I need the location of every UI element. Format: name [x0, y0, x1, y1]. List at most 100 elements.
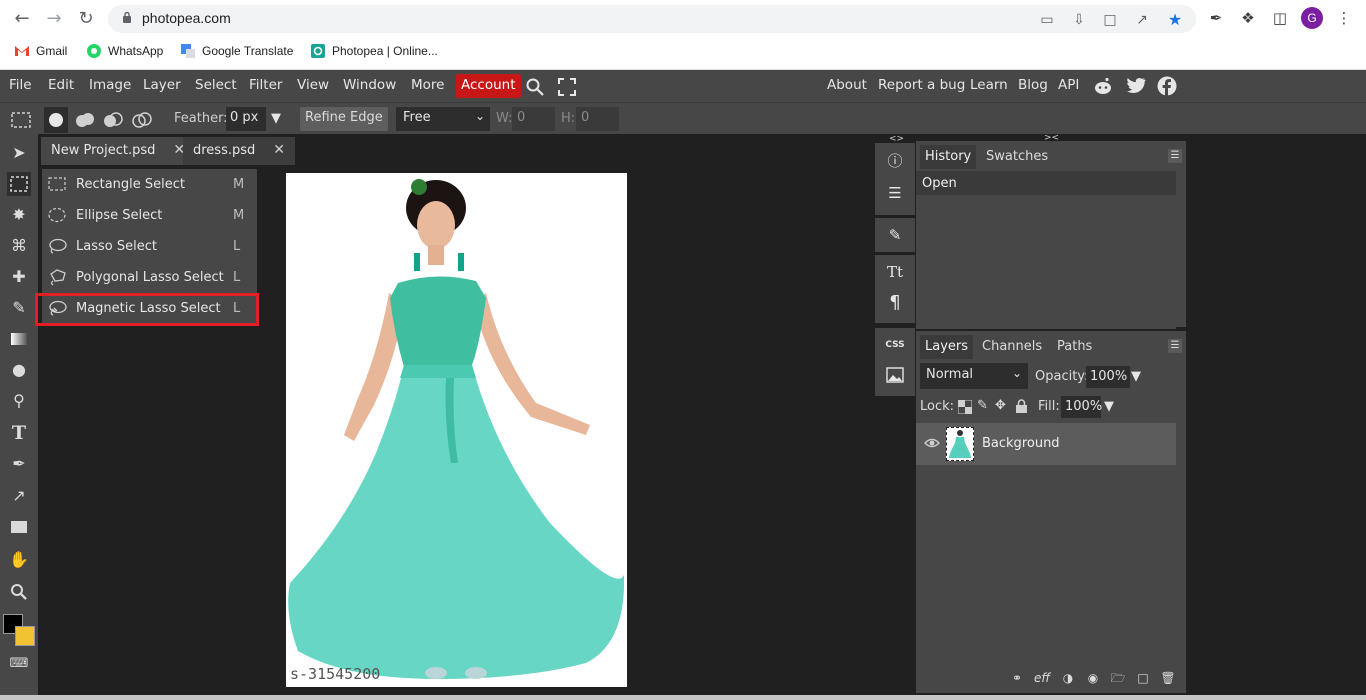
- layer-mask-icon[interactable]: ◉: [1084, 669, 1102, 687]
- panel-menu-icon[interactable]: ☰: [1168, 339, 1182, 353]
- lock-paint-icon[interactable]: ✎: [977, 398, 988, 413]
- height-input[interactable]: 0: [576, 107, 619, 131]
- lock-transparency-icon[interactable]: [958, 400, 972, 414]
- type-tool-icon[interactable]: T: [7, 421, 31, 445]
- css-icon[interactable]: CSS: [883, 333, 907, 357]
- fill-input[interactable]: 100%: [1061, 396, 1102, 418]
- brush-settings-icon[interactable]: ✎: [883, 223, 907, 247]
- layer-row[interactable]: Background: [916, 423, 1176, 465]
- menu-item-polygonal-lasso-select[interactable]: Polygonal Lasso Select L: [42, 262, 257, 293]
- tab-history[interactable]: History: [920, 145, 977, 169]
- keyboard-icon[interactable]: ⌨: [7, 652, 31, 676]
- side-panel-icon[interactable]: ◫: [1270, 8, 1290, 28]
- menu-more[interactable]: More: [411, 77, 444, 93]
- extensions-puzzle-icon[interactable]: ❖: [1238, 8, 1258, 28]
- selection-style-select[interactable]: Free ⌄: [396, 107, 490, 131]
- address-bar[interactable]: photopea.com ▭ ⇩ □ ↗ ★: [108, 5, 1196, 33]
- paragraph-icon[interactable]: ¶: [883, 291, 907, 315]
- twitter-icon[interactable]: [1126, 77, 1146, 95]
- magic-wand-icon[interactable]: ✸: [7, 203, 31, 227]
- pen-tool-icon[interactable]: ✒: [7, 452, 31, 476]
- eyedropper-extension-icon[interactable]: ✒: [1206, 8, 1226, 28]
- width-input[interactable]: 0: [512, 107, 555, 131]
- reddit-icon[interactable]: [1093, 76, 1113, 96]
- feather-dropdown-arrow-icon[interactable]: ▼: [271, 111, 281, 126]
- brush-icon[interactable]: ✎: [7, 296, 31, 320]
- new-selection-mode-button[interactable]: [44, 107, 68, 133]
- bookmark-whatsapp[interactable]: WhatsApp: [86, 42, 163, 60]
- lock-all-icon[interactable]: [1015, 399, 1028, 414]
- close-icon[interactable]: ✕: [273, 142, 285, 158]
- account-button[interactable]: Account: [456, 74, 521, 98]
- install-app-icon[interactable]: ▭: [1038, 11, 1056, 29]
- back-arrow-icon[interactable]: ←: [10, 7, 34, 31]
- new-group-folder-icon[interactable]: 🗁: [1109, 669, 1127, 687]
- bookmark-star-icon[interactable]: ★: [1166, 11, 1184, 29]
- refine-edge-button[interactable]: Refine Edge: [300, 107, 388, 131]
- link-about[interactable]: About: [827, 77, 867, 93]
- bookmark-gmail[interactable]: Gmail: [14, 42, 67, 60]
- menu-filter[interactable]: Filter: [249, 77, 282, 93]
- link-layers-icon[interactable]: ⚭: [1008, 669, 1026, 687]
- link-blog[interactable]: Blog: [1018, 77, 1048, 93]
- rectangle-shape-icon[interactable]: [7, 515, 31, 539]
- menu-item-rectangle-select[interactable]: Rectangle Select M: [42, 169, 257, 200]
- zoom-tool-icon[interactable]: [7, 580, 31, 604]
- panel-menu-icon[interactable]: ☰: [1168, 149, 1182, 163]
- adjustment-layer-icon[interactable]: ◑: [1059, 669, 1077, 687]
- opacity-dropdown-arrow-icon[interactable]: ▼: [1131, 369, 1141, 384]
- info-icon[interactable]: ⓘ: [883, 149, 907, 173]
- image-canvas[interactable]: s-31545200: [286, 173, 627, 687]
- blur-drop-icon[interactable]: ●: [7, 358, 31, 382]
- move-tool-icon[interactable]: ➤: [7, 141, 31, 165]
- download-icon[interactable]: ⇩: [1070, 11, 1088, 29]
- tab-new-project[interactable]: New Project.psd ✕: [41, 137, 196, 165]
- tab-channels[interactable]: Channels: [977, 335, 1047, 359]
- menu-layer[interactable]: Layer: [143, 77, 181, 93]
- menu-item-ellipse-select[interactable]: Ellipse Select M: [42, 200, 257, 231]
- gradient-icon[interactable]: [7, 327, 31, 351]
- crop-icon[interactable]: ⌘: [7, 234, 31, 258]
- browser-menu-icon[interactable]: ⋮: [1334, 8, 1354, 28]
- image-icon[interactable]: [883, 363, 907, 387]
- opacity-input[interactable]: 100%: [1086, 366, 1130, 388]
- link-report-bug[interactable]: Report a bug: [878, 77, 965, 93]
- tab-dress[interactable]: dress.psd ✕: [183, 137, 295, 165]
- tab-swatches[interactable]: Swatches: [981, 145, 1053, 169]
- page-icon[interactable]: □: [1101, 11, 1119, 29]
- share-icon[interactable]: ↗: [1133, 11, 1151, 29]
- menu-image[interactable]: Image: [89, 77, 131, 93]
- adjustments-sliders-icon[interactable]: ☰: [883, 181, 907, 205]
- search-icon[interactable]: [525, 77, 545, 97]
- hand-tool-icon[interactable]: ✋: [7, 548, 31, 572]
- dodge-icon[interactable]: ⚲: [7, 389, 31, 413]
- delete-layer-trash-icon[interactable]: 🗑: [1159, 669, 1177, 687]
- fullscreen-icon[interactable]: [558, 78, 576, 96]
- lock-move-icon[interactable]: ✥: [995, 398, 1006, 413]
- reload-icon[interactable]: ↻: [74, 7, 98, 31]
- rectangle-select-tool-icon[interactable]: [10, 109, 32, 131]
- profile-avatar[interactable]: G: [1301, 7, 1323, 29]
- layer-effects-icon[interactable]: eff: [1033, 669, 1051, 687]
- menu-select[interactable]: Select: [195, 77, 237, 93]
- blend-mode-select[interactable]: Normal ⌄: [920, 363, 1028, 389]
- fill-dropdown-arrow-icon[interactable]: ▼: [1104, 399, 1114, 414]
- tab-paths[interactable]: Paths: [1052, 335, 1097, 359]
- expand-arrows-icon[interactable]: ><: [1044, 133, 1059, 143]
- menu-view[interactable]: View: [297, 77, 329, 93]
- marquee-tool-icon[interactable]: [7, 172, 31, 196]
- path-select-icon[interactable]: ↗: [7, 484, 31, 508]
- menu-edit[interactable]: Edit: [48, 77, 74, 93]
- tab-layers[interactable]: Layers: [920, 335, 974, 359]
- facebook-icon[interactable]: [1157, 76, 1177, 96]
- menu-window[interactable]: Window: [343, 77, 396, 93]
- intersect-selection-icon[interactable]: [131, 109, 153, 131]
- link-learn[interactable]: Learn: [970, 77, 1008, 93]
- link-api[interactable]: API: [1058, 77, 1079, 93]
- new-layer-icon[interactable]: □: [1134, 669, 1152, 687]
- bookmark-google-translate[interactable]: Google Translate: [180, 42, 293, 60]
- add-selection-icon[interactable]: [74, 109, 96, 131]
- subtract-selection-icon[interactable]: [102, 109, 124, 131]
- character-icon[interactable]: Tt: [883, 260, 907, 284]
- healing-brush-icon[interactable]: ✚: [7, 265, 31, 289]
